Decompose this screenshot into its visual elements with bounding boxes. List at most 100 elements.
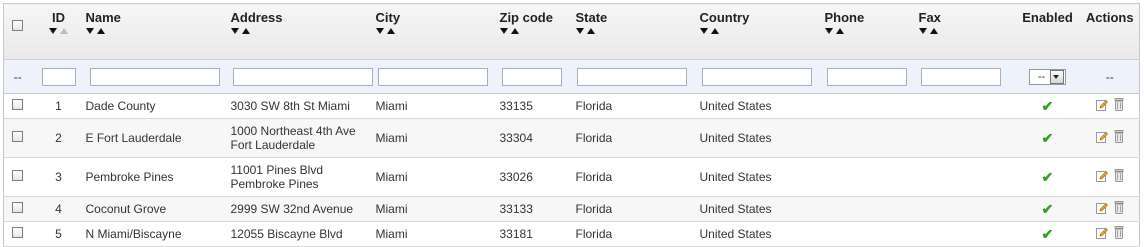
table-row[interactable]: 1 Dade County 3030 SW 8th St Miami Miami 331…: [3, 93, 1140, 119]
pencil-icon[interactable]: [1095, 99, 1108, 111]
select-all-checkbox[interactable]: [12, 20, 24, 31]
enabled-filter-select[interactable]: --: [1029, 68, 1066, 85]
sort-desc-icon[interactable]: [49, 28, 57, 34]
row-address: 3030 SW 8th St Miami: [230, 93, 376, 119]
check-icon[interactable]: ✔: [1042, 98, 1054, 114]
header-id: ID: [31, 3, 86, 60]
name-sort-controls: [85, 28, 231, 36]
row-actions-cell: [1080, 157, 1140, 197]
filter-name-cell: [85, 59, 231, 94]
header-country: Country: [699, 3, 825, 60]
row-zip: 33304: [499, 118, 576, 158]
state-sort-controls: [575, 28, 700, 36]
sort-asc-icon[interactable]: [96, 28, 105, 34]
row-enabled-cell: ✔: [1014, 221, 1081, 247]
row-actions-cell: [1080, 118, 1140, 158]
row-enabled-cell: ✔: [1014, 157, 1081, 197]
sort-asc-icon[interactable]: [241, 28, 250, 34]
sort-desc-icon[interactable]: [824, 28, 833, 34]
trash-icon[interactable]: [1114, 130, 1124, 144]
pencil-icon[interactable]: [1095, 131, 1108, 143]
sort-desc-icon[interactable]: [918, 28, 927, 34]
trash-icon[interactable]: [1114, 201, 1124, 215]
pencil-icon[interactable]: [1095, 227, 1108, 239]
sort-desc-icon[interactable]: [85, 28, 94, 34]
row-checkbox[interactable]: [12, 99, 24, 110]
check-icon[interactable]: ✔: [1042, 130, 1054, 146]
row-address: 12055 Biscayne Blvd: [230, 221, 376, 247]
filter-phone-input[interactable]: [826, 67, 907, 86]
filter-actions-cell: --: [1080, 59, 1140, 94]
row-city: Miami: [375, 157, 500, 197]
row-name: Dade County: [85, 93, 231, 119]
row-checkbox[interactable]: [12, 202, 24, 213]
table-row[interactable]: 2E Fort Lauderdale 1000 Northeast 4th Ave…: [3, 118, 1140, 158]
filter-state-cell: [575, 59, 700, 94]
sort-asc-icon[interactable]: [510, 28, 519, 34]
header-name: Name: [85, 3, 231, 60]
filter-address-input[interactable]: [232, 67, 373, 86]
filter-state-input[interactable]: [576, 67, 687, 86]
row-zip: 33181: [499, 221, 576, 247]
filter-city-input[interactable]: [377, 67, 488, 86]
sort-asc-icon[interactable]: [929, 28, 938, 34]
filter-city-cell: [375, 59, 500, 94]
table-row[interactable]: 4 Coconut Grove 2999 SW 32nd Avenue Miami 33…: [3, 196, 1140, 222]
header-address: Address: [230, 3, 376, 60]
pencil-icon[interactable]: [1095, 170, 1108, 182]
filter-id-cell: [31, 59, 86, 94]
filter-fax-input[interactable]: [920, 67, 1001, 86]
row-checkbox[interactable]: [12, 227, 24, 238]
trash-icon[interactable]: [1114, 98, 1124, 112]
filter-bulk-cell: --: [3, 59, 32, 94]
row-actions-cell: [1080, 221, 1140, 247]
filter-zip-input[interactable]: [501, 67, 562, 86]
sort-asc-icon[interactable]: [835, 28, 844, 34]
row-id: 1: [31, 93, 86, 119]
trash-icon[interactable]: [1114, 169, 1124, 183]
row-phone: [824, 221, 919, 247]
sort-desc-icon[interactable]: [499, 28, 508, 34]
sort-asc-icon[interactable]: [60, 28, 68, 34]
zip-sort-controls: [499, 28, 576, 36]
header-state: State: [575, 3, 700, 60]
table-header-row: ID Name Address City Zip code State Coun…: [3, 3, 1140, 60]
filter-id-input[interactable]: [41, 67, 76, 86]
country-sort-controls: [699, 28, 825, 36]
sort-desc-icon[interactable]: [575, 28, 584, 34]
row-id: 3: [31, 157, 86, 197]
pencil-icon[interactable]: [1095, 202, 1108, 214]
sort-asc-icon[interactable]: [710, 28, 719, 34]
filter-zip-cell: [499, 59, 576, 94]
row-state: Florida: [575, 157, 700, 197]
filter-address-cell: [230, 59, 376, 94]
sort-desc-icon[interactable]: [230, 28, 239, 34]
header-country-label: Country: [699, 10, 750, 25]
row-select-cell: [3, 196, 32, 222]
header-zip: Zip code: [499, 3, 576, 60]
header-fax: Fax: [918, 3, 1015, 60]
chevron-down-icon[interactable]: [1050, 69, 1064, 84]
filter-country-input[interactable]: [701, 67, 812, 86]
row-enabled-cell: ✔: [1014, 93, 1081, 119]
sort-asc-icon[interactable]: [386, 28, 395, 34]
check-icon[interactable]: ✔: [1042, 169, 1054, 185]
table-row[interactable]: 3 Pembroke Pines 11001 Pines Blvd Pembroke …: [3, 157, 1140, 197]
row-actions-cell: [1080, 196, 1140, 222]
row-address: 11001 Pines Blvd Pembroke Pines: [230, 157, 376, 197]
row-checkbox[interactable]: [12, 131, 24, 142]
sort-asc-icon[interactable]: [586, 28, 595, 34]
filter-phone-cell: [824, 59, 919, 94]
trash-icon[interactable]: [1114, 226, 1124, 240]
sort-desc-icon[interactable]: [375, 28, 384, 34]
row-address-line1: 3030 SW 8th St Miami: [230, 99, 350, 113]
row-phone: [824, 157, 919, 197]
filter-name-input[interactable]: [89, 67, 220, 86]
table-row[interactable]: 5N Miami/Biscayne 12055 Biscayne Blvd Miam…: [3, 221, 1140, 247]
header-enabled-label: Enabled: [1022, 10, 1073, 25]
check-icon[interactable]: ✔: [1042, 226, 1054, 242]
check-icon[interactable]: ✔: [1042, 201, 1054, 217]
row-address: 2999 SW 32nd Avenue: [230, 196, 376, 222]
row-checkbox[interactable]: [12, 170, 24, 181]
sort-desc-icon[interactable]: [699, 28, 708, 34]
